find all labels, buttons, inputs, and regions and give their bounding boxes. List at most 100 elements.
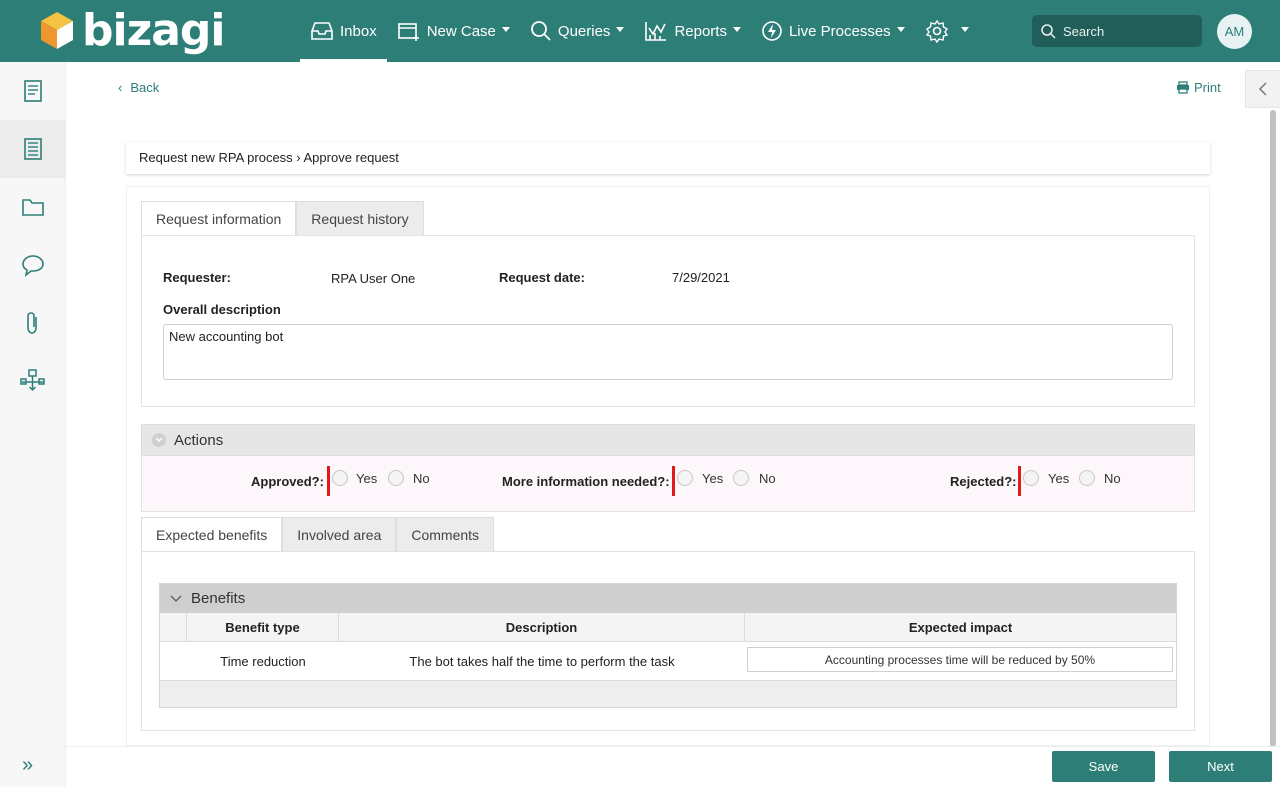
sidebar-item-comments[interactable] [0,236,66,294]
avatar[interactable]: AM [1217,14,1252,49]
chevron-left-icon: ‹ [118,80,123,95]
requester-label: Requester: [163,270,231,285]
tab-request-information[interactable]: Request information [141,201,297,236]
chevron-down-icon [960,27,969,32]
vertical-scrollbar[interactable] [1270,110,1276,747]
bizagi-logo[interactable]: bizagi [38,5,225,56]
chevron-down-icon [896,27,905,32]
benefits-grid: Benefits Benefit type Description Expect… [159,583,1177,708]
breadcrumb-text: Request new RPA process › Approve reques… [139,150,399,165]
request-information-panel [141,235,1195,407]
nav-settings[interactable] [915,0,979,62]
back-link[interactable]: ‹ Back [118,80,159,95]
print-button[interactable]: Print [1176,80,1221,95]
approved-yes-radio[interactable] [332,470,348,486]
rejected-no-radio[interactable] [1079,470,1095,486]
chevron-down-icon [501,27,510,32]
inbox-icon [311,22,333,40]
requester-value: RPA User One [331,271,416,286]
workflow-icon [20,369,45,392]
request-date-value: 7/29/2021 [672,270,730,285]
rejected-no-label: No [1104,471,1121,486]
more-info-yes-radio[interactable] [677,470,693,486]
nav-live-processes[interactable]: Live Processes [751,0,915,62]
required-indicator [1018,466,1021,496]
next-button[interactable]: Next [1169,751,1272,782]
sidebar-item-files[interactable] [0,178,66,236]
lightning-icon [762,21,782,41]
nav-inbox[interactable]: Inbox [300,0,387,62]
column-header-expected-impact: Expected impact [745,613,1176,642]
printer-icon [1177,81,1189,94]
collapse-panel-button[interactable] [1245,70,1280,108]
overall-description-field[interactable]: New accounting bot [163,324,1173,380]
tab-expected-benefits[interactable]: Expected benefits [141,517,283,552]
request-tabs: Request information Request history [141,201,424,236]
nav-inbox-label: Inbox [340,22,377,40]
chat-bubble-icon [22,255,44,277]
gear-icon [925,19,948,43]
tab-comments[interactable]: Comments [396,517,495,552]
print-label: Print [1194,80,1221,95]
reports-chart-icon [645,22,667,41]
chevron-down-icon [152,433,166,447]
nav-live-processes-label: Live Processes [788,22,891,40]
nav-queries-label: Queries [557,22,611,40]
top-navigation-bar: bizagi Inbox New Case Queries Reports Li… [0,0,1280,62]
sidebar-item-form[interactable] [0,62,66,120]
document-icon [24,80,42,102]
required-indicator [672,466,675,496]
actions-title: Actions [174,431,224,449]
footer-divider [66,746,1280,747]
actions-section-header[interactable]: Actions [141,424,1195,456]
request-date-label: Request date: [499,270,585,285]
breadcrumb: Request new RPA process › Approve reques… [126,142,1210,174]
nav-queries[interactable]: Queries [520,0,635,62]
chevron-down-icon [732,27,741,32]
more-info-no-radio[interactable] [733,470,749,486]
rejected-yes-radio[interactable] [1023,470,1039,486]
required-indicator [327,466,330,496]
paperclip-icon [27,312,37,334]
brand-name: bizagi [82,5,225,56]
expand-sidebar-icon[interactable]: » [22,754,33,777]
list-document-icon [24,138,42,160]
sidebar-item-workflow[interactable] [0,352,66,410]
main-nav: Inbox New Case Queries Reports Live Proc… [300,0,979,62]
nav-new-case-label: New Case [426,22,496,40]
left-sidebar: » [0,62,66,787]
more-info-yes-label: Yes [702,471,724,486]
chevron-left-icon [1258,82,1267,96]
bizagi-logo-icon [41,12,73,49]
approved-label: Approved?: [251,474,324,489]
approved-no-label: No [413,471,430,486]
approved-yes-label: Yes [356,471,378,486]
more-info-label: More information needed?: [502,474,670,489]
tab-involved-area[interactable]: Involved area [282,517,397,552]
folder-icon [22,199,44,216]
search-icon [531,21,551,41]
back-label: Back [130,80,160,95]
search-input[interactable]: Search [1032,15,1202,47]
sidebar-item-attachments[interactable] [0,294,66,352]
expected-impact-field[interactable]: Accounting processes time will be reduce… [747,647,1173,672]
chevron-down-icon [170,594,182,602]
more-info-no-label: No [759,471,776,486]
save-button[interactable]: Save [1052,751,1155,782]
new-case-icon [397,23,419,41]
column-header-benefit-type: Benefit type [187,613,339,642]
sidebar-item-details[interactable] [0,120,66,178]
column-header-description: Description [339,613,745,642]
tab-request-history[interactable]: Request history [296,201,424,236]
search-icon [1041,23,1056,39]
search-placeholder: Search [1063,23,1105,39]
rejected-yes-label: Yes [1048,471,1070,486]
nav-new-case[interactable]: New Case [387,0,520,62]
nav-reports-label: Reports [674,22,727,40]
nav-reports[interactable]: Reports [634,0,751,62]
approved-no-radio[interactable] [388,470,404,486]
overall-description-label: Overall description [163,302,281,317]
benefits-title: Benefits [191,590,246,607]
benefits-header[interactable]: Benefits [160,584,1176,613]
benefit-type-cell: Time reduction [220,653,306,669]
